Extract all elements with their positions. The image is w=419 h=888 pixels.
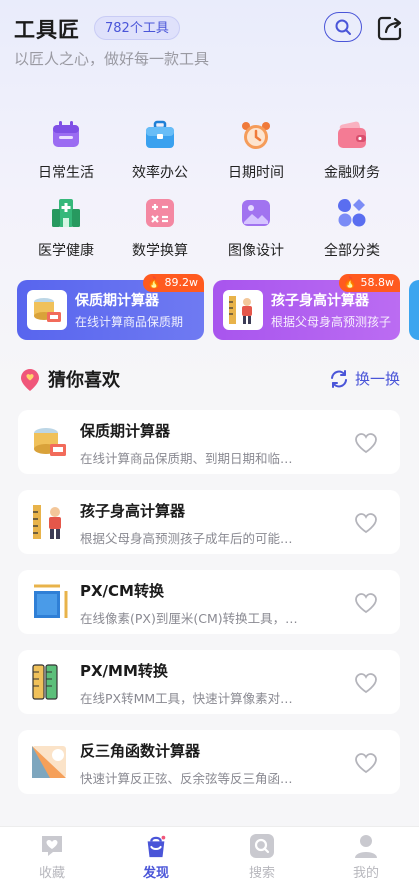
tab-label: 搜索	[248, 866, 275, 881]
hot-tools-carousel: 保质期计算器 在线计算商品保质期 🔥 89.2w 孩子身高计算器 根据父母身高预…	[0, 272, 419, 342]
heart-chat-icon	[39, 833, 65, 859]
category-finance[interactable]: 金融财务	[306, 118, 398, 188]
tool-count-badge: 782个工具	[94, 16, 180, 40]
discover-bag-icon	[143, 833, 169, 859]
category-medical[interactable]: 医学健康	[20, 196, 112, 266]
search-button[interactable]	[324, 12, 362, 42]
category-datetime[interactable]: 日期时间	[210, 118, 302, 188]
hot-count: 58.8w	[360, 276, 395, 289]
tab-profile[interactable]: 我的	[336, 833, 396, 885]
calendar-icon	[49, 118, 83, 152]
category-all[interactable]: 全部分类	[306, 196, 398, 266]
hot-tool-card[interactable]: 孩子身高计算器 根据父母身高预测孩子 🔥 58.8w	[213, 274, 400, 340]
category-math[interactable]: 数学换算	[114, 196, 206, 266]
tool-list: 保质期计算器 在线计算商品保质期、到期日期和临… 孩子身高计算器 根据父母身高预…	[18, 410, 400, 810]
category-label: 日期时间	[228, 165, 284, 181]
tool-name: 保质期计算器	[80, 422, 171, 440]
app-title: 工具匠	[14, 18, 80, 42]
category-office[interactable]: 效率办公	[114, 118, 206, 188]
refresh-button[interactable]: 换一换	[329, 368, 400, 389]
tool-desc: 快速计算反正弦、反余弦等反三角函…	[80, 771, 293, 786]
height-ruler-icon	[223, 290, 263, 330]
hot-tool-title: 孩子身高计算器	[271, 293, 369, 309]
trig-chart-icon	[30, 742, 70, 782]
hot-tool-desc: 在线计算商品保质期	[75, 315, 184, 329]
tool-card[interactable]: PX/CM转换 在线像素(PX)到厘米(CM)转换工具，…	[18, 570, 400, 634]
hot-tool-title: 保质期计算器	[75, 293, 159, 309]
calculator-icon	[143, 196, 177, 230]
share-icon	[377, 16, 402, 41]
refresh-label: 换一换	[354, 370, 400, 388]
heart-icon[interactable]	[354, 752, 378, 774]
tab-search[interactable]: 搜索	[232, 833, 292, 885]
tab-label: 我的	[352, 866, 379, 881]
hot-tool-card[interactable]: 保质期计算器 在线计算商品保质期 🔥 89.2w	[17, 274, 204, 340]
tab-discover[interactable]: 发现	[126, 833, 186, 885]
app-subtitle: 以匠人之心，做好每一款工具	[14, 50, 210, 68]
tab-favorites[interactable]: 收藏	[22, 833, 82, 885]
recommend-section-header: 猜你喜欢 换一换	[20, 364, 400, 394]
ruler-mm-icon	[30, 662, 70, 702]
hot-tool-desc: 根据父母身高预测孩子	[271, 315, 391, 329]
category-label: 医学健康	[38, 243, 94, 259]
tab-label: 收藏	[38, 866, 65, 881]
hot-count: 89.2w	[164, 276, 199, 289]
food-can-icon	[30, 422, 70, 462]
hot-tool-card-peek[interactable]	[409, 280, 419, 340]
location-pin-icon	[21, 369, 39, 391]
tab-label: 发现	[142, 866, 169, 881]
category-label: 效率办公	[132, 165, 188, 181]
tool-name: PX/MM转换	[80, 662, 168, 680]
tool-card[interactable]: 保质期计算器 在线计算商品保质期、到期日期和临…	[18, 410, 400, 474]
category-label: 金融财务	[324, 165, 380, 181]
tool-desc: 在线像素(PX)到厘米(CM)转换工具，…	[80, 611, 298, 626]
food-can-icon	[27, 290, 67, 330]
share-button[interactable]	[374, 12, 406, 44]
tool-desc: 在线计算商品保质期、到期日期和临…	[80, 451, 293, 466]
category-label: 全部分类	[324, 243, 380, 259]
ruler-cm-icon	[30, 582, 70, 622]
category-label: 日常生活	[38, 165, 94, 181]
heart-icon[interactable]	[354, 512, 378, 534]
alarm-clock-icon	[239, 118, 273, 152]
hospital-icon	[49, 196, 83, 230]
tool-name: 反三角函数计算器	[80, 742, 201, 760]
tool-name: PX/CM转换	[80, 582, 164, 600]
tool-desc: 根据父母身高预测孩子成年后的可能…	[80, 531, 293, 546]
briefcase-icon	[143, 118, 177, 152]
header: 工具匠 782个工具 以匠人之心，做好每一款工具	[14, 12, 406, 72]
tool-desc: 在线PX转MM工具，快速计算像素对…	[80, 691, 293, 706]
heart-icon[interactable]	[354, 432, 378, 454]
tool-card[interactable]: 孩子身高计算器 根据父母身高预测孩子成年后的可能…	[18, 490, 400, 554]
tool-name: 孩子身高计算器	[80, 502, 186, 520]
image-icon	[239, 196, 273, 230]
heart-icon[interactable]	[354, 592, 378, 614]
heart-icon[interactable]	[354, 672, 378, 694]
bottom-tab-bar: 收藏 发现 搜索 我的	[0, 826, 419, 888]
category-daily-life[interactable]: 日常生活	[20, 118, 112, 188]
section-title: 猜你喜欢	[48, 370, 120, 391]
tool-card[interactable]: PX/MM转换 在线PX转MM工具，快速计算像素对…	[18, 650, 400, 714]
category-label: 数学换算	[132, 243, 188, 259]
user-icon	[353, 833, 379, 859]
refresh-icon	[330, 369, 347, 388]
category-grid: 日常生活 效率办公 日期时间 金融财务 医学健康 数学换算 图像设计 全部分类	[0, 118, 419, 268]
wallet-icon	[335, 118, 369, 152]
height-ruler-icon	[30, 502, 70, 542]
category-label: 图像设计	[228, 243, 284, 259]
search-icon	[249, 833, 275, 859]
category-image-design[interactable]: 图像设计	[210, 196, 302, 266]
search-icon	[335, 19, 351, 35]
tool-card[interactable]: 反三角函数计算器 快速计算反正弦、反余弦等反三角函…	[18, 730, 400, 794]
grid-icon	[335, 196, 369, 230]
hot-count-badge: 🔥 89.2w	[143, 274, 204, 292]
hot-count-badge: 🔥 58.8w	[339, 274, 400, 292]
